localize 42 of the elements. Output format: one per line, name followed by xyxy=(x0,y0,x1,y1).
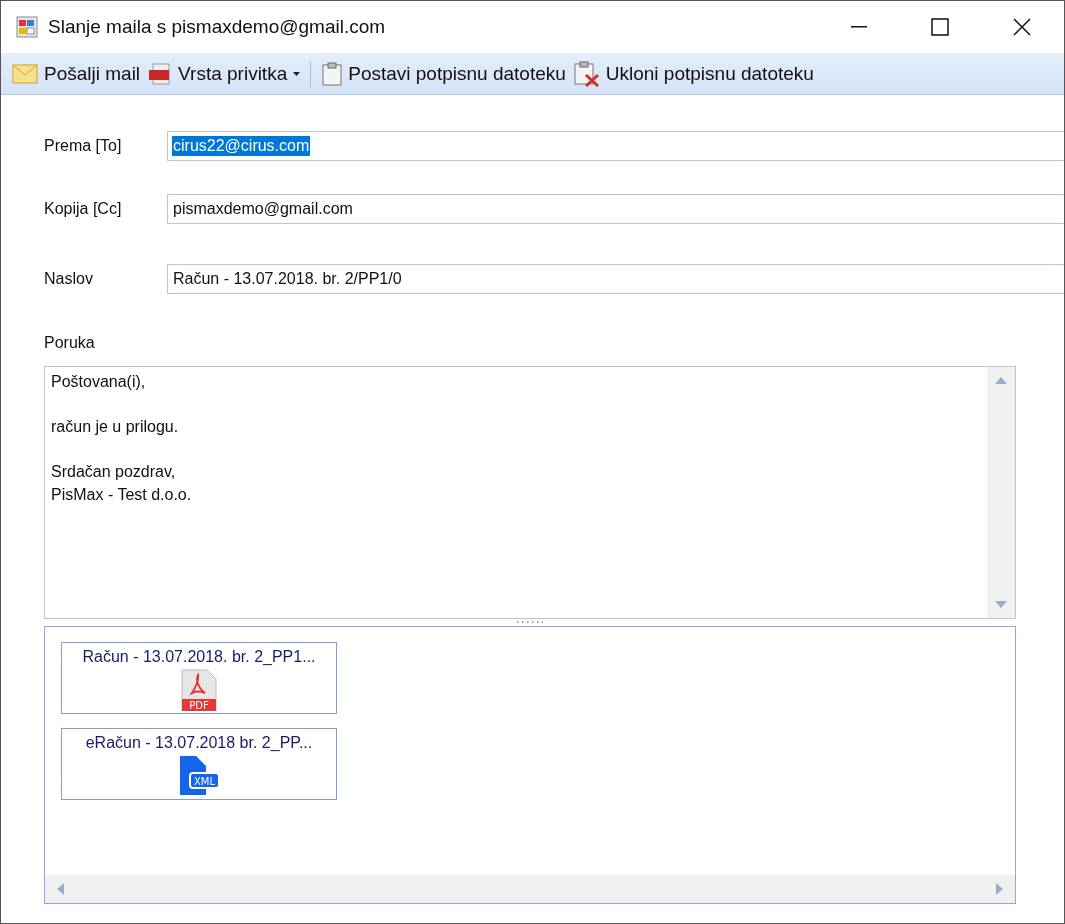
pdf-label: PDF xyxy=(189,700,209,711)
input-field[interactable]: pismaxdemo@gmail.com xyxy=(167,194,1064,224)
scroll-right-icon[interactable] xyxy=(996,883,1003,895)
envelope-icon xyxy=(12,63,38,84)
pdf-file-icon xyxy=(148,62,173,85)
toolbar-button[interactable]: Ukloni potpisnu datoteku xyxy=(570,58,817,89)
toolbar-button[interactable]: Vrsta privitka xyxy=(145,60,312,87)
minimize-icon[interactable] xyxy=(851,26,867,28)
toolbar-button[interactable]: Pošalji mail xyxy=(9,60,144,87)
vertical-scrollbar[interactable] xyxy=(987,367,1015,618)
field-label: Prema [To] xyxy=(44,137,123,155)
maximize-icon[interactable] xyxy=(931,18,949,36)
window-title: Slanje maila s pismaxdemo@gmail.com xyxy=(48,16,386,38)
scroll-down-icon[interactable] xyxy=(995,601,1007,608)
field-value: Račun - 13.07.2018. br. 2/PP1/0 xyxy=(172,269,403,289)
field-value: pismaxdemo@gmail.com xyxy=(172,199,354,219)
attachment-name: Račun - 13.07.2018. br. 2_PP1... xyxy=(82,648,316,666)
clipboard-icon xyxy=(322,61,343,86)
splitter-grip-icon[interactable] xyxy=(517,621,543,624)
message-text: račun je u prilogu. xyxy=(51,418,180,437)
message-text: PisMax - Test d.o.o. xyxy=(51,485,193,505)
attachment-item[interactable]: eRačun - 13.07.2018 br. 2_PP... XML xyxy=(61,728,337,800)
message-textarea[interactable]: Poštovana(i), račun je u prilogu. Srdačan pozdrav, PisMax - Test d.o.o. xyxy=(44,366,1016,619)
toolbar-button[interactable]: Postavi potpisnu datoteku xyxy=(319,59,569,88)
field-label: Naslov xyxy=(44,270,94,288)
attachment-item[interactable]: Račun - 13.07.2018. br. 2_PP1... PDF xyxy=(61,642,337,714)
app-icon xyxy=(16,16,38,38)
field-label: Poruka xyxy=(44,334,96,352)
input-field[interactable]: Račun - 13.07.2018. br. 2/PP1/0 xyxy=(167,264,1064,294)
clipboard-remove-icon xyxy=(573,60,600,87)
xml-label: XML xyxy=(193,775,216,787)
message-text: Srdačan pozdrav, xyxy=(51,463,177,482)
close-icon[interactable] xyxy=(1013,18,1031,36)
message-text: Poštovana(i), xyxy=(51,373,147,392)
field-label: Kopija [Cc] xyxy=(44,200,123,218)
input-field[interactable]: cirus22@cirus.com xyxy=(167,131,1064,161)
field-value: cirus22@cirus.com xyxy=(172,136,311,156)
scroll-up-icon[interactable] xyxy=(995,377,1007,384)
horizontal-scrollbar[interactable] xyxy=(45,875,1015,903)
attachment-name: eRačun - 13.07.2018 br. 2_PP... xyxy=(85,734,313,752)
caret-icon xyxy=(293,71,301,76)
scroll-left-icon[interactable] xyxy=(57,883,64,895)
